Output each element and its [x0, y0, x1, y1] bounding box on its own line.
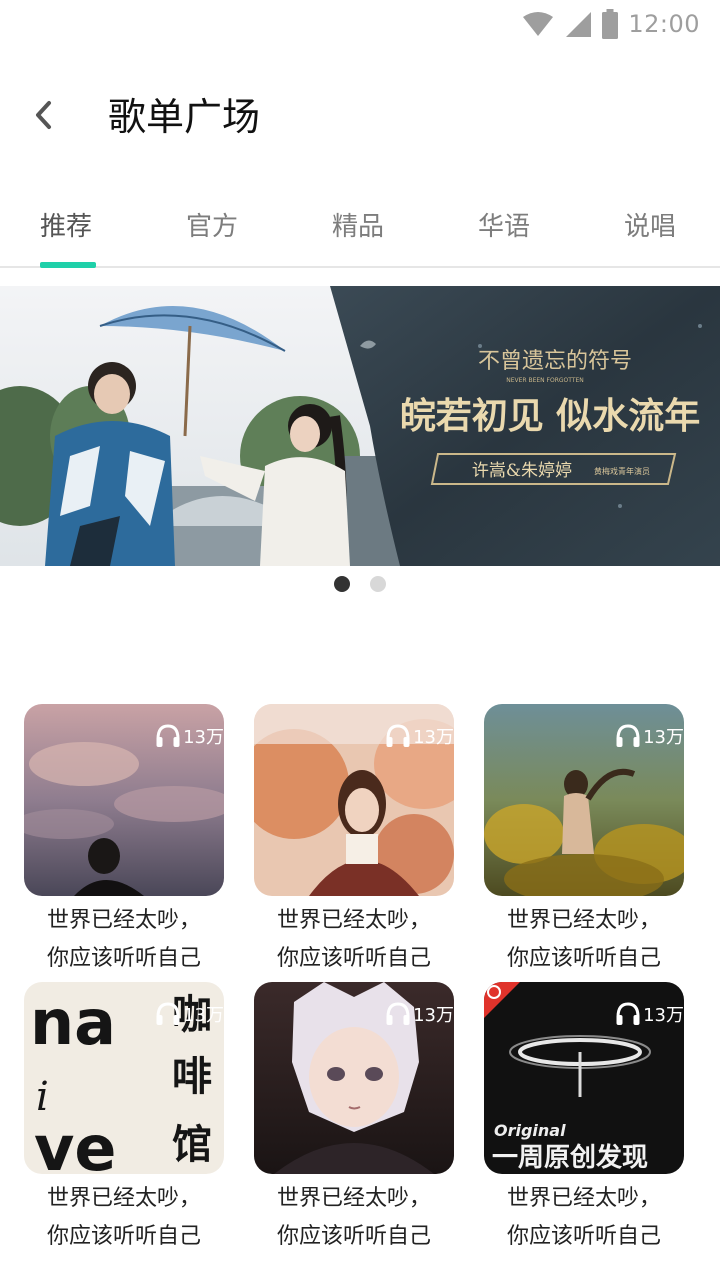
- battery-icon: [602, 9, 619, 39]
- banner-logo-sub: NEVER BEEN FORGOTTEN: [506, 377, 584, 384]
- back-button[interactable]: [18, 90, 68, 140]
- play-count: 13万: [155, 722, 224, 750]
- headphones-icon: [616, 724, 640, 747]
- tab-recommend[interactable]: 推荐: [40, 206, 92, 268]
- wifi-icon: [523, 12, 554, 36]
- playlist-title-line1: 世界已经太吵，: [276, 908, 431, 933]
- playlist-card[interactable]: 13万 世界已经太吵， 你应该听听自己: [254, 982, 454, 1249]
- carousel-dot-1[interactable]: [334, 576, 350, 592]
- headphones-icon: [156, 1002, 180, 1025]
- tab-premium[interactable]: 精品: [332, 206, 384, 268]
- status-bar: 12:00: [0, 0, 720, 48]
- cover-text-a: na: [30, 986, 116, 1059]
- playlist-card[interactable]: 13万 世界已经太吵， 你应该听听自己: [24, 704, 224, 971]
- playlist-title: 世界已经太吵， 你应该听听自己: [254, 1180, 454, 1256]
- tab-chinese[interactable]: 华语: [478, 206, 530, 268]
- play-count: 13万: [155, 1000, 224, 1028]
- play-count: 13万: [615, 1000, 684, 1028]
- header: 歌单广场: [0, 60, 720, 170]
- playlist-title-line2: 你应该听听自己: [276, 1224, 431, 1249]
- active-tab-indicator: [40, 262, 96, 268]
- play-count-value: 13万: [413, 727, 454, 748]
- carousel-dot-2[interactable]: [370, 576, 386, 592]
- cover-text-big: 一周原创发现: [492, 1142, 648, 1173]
- playlist-title: 世界已经太吵， 你应该听听自己: [24, 1180, 224, 1256]
- playlist-title-line2: 你应该听听自己: [506, 1224, 661, 1249]
- playlist-card[interactable]: Original 一周原创发现 13万 世界已经太吵， 你应该听听自己: [484, 982, 684, 1249]
- playlist-title-line1: 世界已经太吵，: [276, 1186, 431, 1211]
- playlist-title: 世界已经太吵， 你应该听听自己: [24, 902, 224, 978]
- play-count-value: 13万: [643, 727, 684, 748]
- cover-text-b: ve: [34, 1112, 116, 1174]
- banner[interactable]: 不曾遗忘的符号 NEVER BEEN FORGOTTEN 皖若初见 似水流年 许…: [0, 286, 720, 566]
- playlist-card[interactable]: 13万 世界已经太吵， 你应该听听自己: [254, 704, 454, 971]
- playlist-title-line1: 世界已经太吵，: [46, 908, 201, 933]
- playlist-title: 世界已经太吵， 你应该听听自己: [254, 902, 454, 978]
- banner-artists-note: 黄梅戏青年演员: [594, 466, 650, 476]
- playlist-title-line2: 你应该听听自己: [46, 1224, 201, 1249]
- status-icons: 12:00: [522, 8, 700, 40]
- play-count-value: 13万: [643, 1005, 684, 1026]
- headphones-icon: [616, 1002, 640, 1025]
- cover-text-d2: 啡: [172, 1054, 212, 1100]
- cover-text-small: Original: [494, 1121, 566, 1140]
- status-time: 12:00: [628, 10, 700, 38]
- tab-rap[interactable]: 说唱: [624, 206, 676, 268]
- play-count-value: 13万: [183, 727, 224, 748]
- playlist-title: 世界已经太吵， 你应该听听自己: [484, 1180, 684, 1256]
- playlist-title-line2: 你应该听听自己: [46, 946, 201, 971]
- banner-image: 不曾遗忘的符号 NEVER BEEN FORGOTTEN 皖若初见 似水流年 许…: [0, 286, 720, 566]
- carousel-dots: [0, 576, 720, 592]
- headphones-icon: [386, 1002, 410, 1025]
- playlist-title-line1: 世界已经太吵，: [506, 908, 661, 933]
- banner-logo: 不曾遗忘的符号: [478, 349, 632, 374]
- chevron-left-icon: [36, 101, 51, 129]
- playlist-title-line2: 你应该听听自己: [276, 946, 431, 971]
- playlist-title-line1: 世界已经太吵，: [506, 1186, 661, 1211]
- playlist-title: 世界已经太吵， 你应该听听自己: [484, 902, 684, 978]
- headphones-icon: [156, 724, 180, 747]
- playlist-card[interactable]: na i ve 咖 啡 馆 13万 世界已经太吵， 你应该听听自己: [24, 982, 224, 1249]
- playlist-title-line1: 世界已经太吵，: [46, 1186, 201, 1211]
- playlist-title-line2: 你应该听听自己: [506, 946, 661, 971]
- page-title: 歌单广场: [108, 95, 261, 139]
- play-count-value: 13万: [183, 1005, 224, 1026]
- playlist-card[interactable]: 13万 世界已经太吵， 你应该听听自己: [484, 704, 684, 971]
- cover-text-d3: 馆: [172, 1122, 212, 1168]
- banner-headline: 皖若初见 似水流年: [400, 395, 701, 437]
- play-count: 13万: [615, 722, 684, 750]
- play-count: 13万: [385, 1000, 454, 1028]
- play-count-value: 13万: [413, 1005, 454, 1026]
- play-count: 13万: [385, 722, 454, 750]
- signal-icon: [566, 12, 592, 37]
- headphones-icon: [386, 724, 410, 747]
- banner-artists: 许嵩&朱婷婷: [472, 461, 572, 481]
- category-tabs: 推荐 官方 精品 华语 说唱: [0, 190, 720, 268]
- tab-official[interactable]: 官方: [186, 206, 238, 268]
